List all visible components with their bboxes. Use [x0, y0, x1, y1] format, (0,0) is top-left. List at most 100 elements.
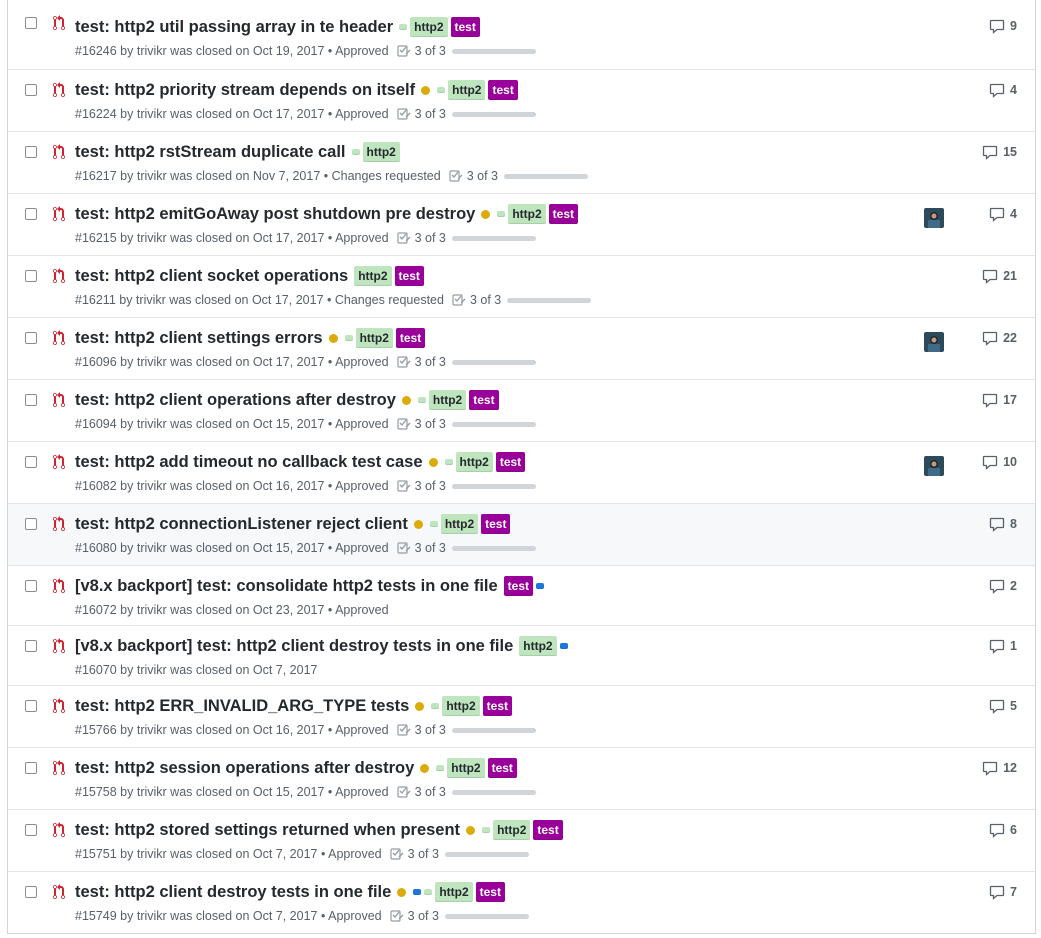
pending-status-icon[interactable] — [401, 395, 411, 405]
label-dont-land-on-v6.x[interactable] — [429, 521, 438, 527]
label-v8.x[interactable] — [536, 583, 545, 589]
pull-request-row[interactable]: [v8.x backport] test: http2 client destr… — [8, 625, 1035, 685]
label-dont-land-on-v6.x[interactable] — [444, 459, 453, 465]
select-checkbox[interactable] — [25, 332, 37, 344]
pull-request-row[interactable]: test: http2 priority stream depends on i… — [8, 69, 1035, 131]
label-http2[interactable]: http2 — [447, 758, 485, 778]
pr-title-link[interactable]: test: http2 stored settings returned whe… — [75, 821, 460, 840]
label-http2[interactable]: http2 — [442, 696, 480, 716]
comments-link[interactable]: 12 — [982, 760, 1017, 776]
label-http2[interactable]: http2 — [435, 882, 473, 902]
label-http2[interactable]: http2 — [428, 390, 467, 410]
select-checkbox[interactable] — [25, 456, 37, 468]
select-checkbox[interactable] — [25, 886, 37, 898]
label-dont-land-on-v6.x[interactable] — [482, 827, 491, 833]
comments-link[interactable]: 6 — [989, 822, 1017, 838]
comments-link[interactable]: 21 — [982, 268, 1017, 284]
pr-title-link[interactable]: test: http2 client operations after dest… — [75, 391, 396, 410]
select-checkbox[interactable] — [25, 518, 37, 530]
label-test[interactable]: test — [548, 204, 578, 224]
comments-link[interactable]: 5 — [989, 698, 1017, 714]
pull-request-row[interactable]: test: http2 client settings errors http2… — [8, 317, 1035, 379]
label-dont-land-on-v6.x[interactable] — [437, 87, 446, 93]
label-http2[interactable]: http2 — [410, 17, 448, 37]
pr-title-link[interactable]: test: http2 emitGoAway post shutdown pre… — [75, 205, 475, 224]
label-test[interactable]: test — [475, 882, 505, 902]
pr-title-link[interactable]: test: http2 ERR_INVALID_ARG_TYPE tests — [75, 697, 409, 716]
pr-title-link[interactable]: [v8.x backport] test: consolidate http2 … — [75, 577, 498, 596]
comments-link[interactable]: 9 — [989, 18, 1017, 34]
comments-link[interactable]: 7 — [989, 884, 1017, 900]
label-test[interactable]: test — [495, 452, 526, 472]
label-dont-land-on-v6.x[interactable] — [351, 149, 360, 155]
label-http2[interactable]: http2 — [519, 636, 557, 656]
select-checkbox[interactable] — [25, 270, 37, 282]
pending-status-icon[interactable] — [420, 763, 430, 773]
pr-title-link[interactable]: test: http2 client settings errors — [75, 329, 323, 348]
label-dont-land-on-v6.x[interactable] — [417, 397, 426, 403]
pull-request-row[interactable]: test: http2 emitGoAway post shutdown pre… — [8, 193, 1035, 255]
assignee-avatar[interactable] — [924, 332, 944, 352]
label-test[interactable]: test — [481, 514, 511, 534]
label-dont-land-on-v6.x[interactable] — [431, 703, 440, 709]
label-backported-to-v8.x[interactable] — [413, 889, 422, 895]
label-test[interactable]: test — [503, 576, 534, 596]
comments-link[interactable]: 15 — [982, 144, 1017, 160]
label-http2[interactable]: http2 — [493, 820, 531, 840]
pull-request-row[interactable]: test: http2 ERR_INVALID_ARG_TYPE tests h… — [8, 685, 1035, 747]
label-dont-land-on-v6.x[interactable] — [497, 211, 506, 217]
pull-request-row[interactable]: test: http2 client socket operations htt… — [8, 255, 1035, 317]
label-http2[interactable]: http2 — [355, 328, 393, 348]
pull-request-row[interactable]: test: http2 client operations after dest… — [8, 379, 1035, 441]
select-checkbox[interactable] — [25, 762, 37, 774]
label-dont-land-on-v6.x[interactable] — [399, 24, 408, 30]
pending-status-icon[interactable] — [328, 333, 338, 343]
pull-request-row[interactable]: test: http2 connectionListener reject cl… — [8, 503, 1035, 565]
select-checkbox[interactable] — [25, 394, 37, 406]
label-http2[interactable]: http2 — [354, 266, 392, 286]
pull-request-row[interactable]: test: http2 util passing array in te hea… — [8, 0, 1035, 69]
label-dont-land-on-v6.x[interactable] — [344, 335, 353, 341]
pull-request-row[interactable]: test: http2 session operations after des… — [8, 747, 1035, 809]
select-checkbox[interactable] — [25, 700, 37, 712]
comments-link[interactable]: 10 — [982, 454, 1017, 470]
label-test[interactable]: test — [469, 390, 499, 410]
comments-link[interactable]: 4 — [989, 82, 1017, 98]
label-http2[interactable]: http2 — [362, 142, 400, 162]
label-http2[interactable]: http2 — [448, 80, 486, 100]
pr-title-link[interactable]: test: http2 priority stream depends on i… — [75, 81, 415, 100]
pr-title-link[interactable]: test: http2 client socket operations — [75, 267, 348, 286]
pull-request-row[interactable]: test: http2 client destroy tests in one … — [8, 871, 1035, 933]
label-http2[interactable]: http2 — [508, 204, 546, 224]
label-test[interactable]: test — [450, 17, 480, 37]
pr-title-link[interactable]: test: http2 connectionListener reject cl… — [75, 515, 408, 534]
pending-status-icon[interactable] — [415, 701, 425, 711]
select-checkbox[interactable] — [25, 824, 37, 836]
comments-link[interactable]: 22 — [982, 330, 1017, 346]
select-checkbox[interactable] — [25, 84, 37, 96]
assignee-avatar[interactable] — [924, 208, 944, 228]
comments-link[interactable]: 2 — [989, 578, 1017, 594]
label-test[interactable]: test — [488, 80, 518, 100]
select-checkbox[interactable] — [25, 208, 37, 220]
label-http2[interactable]: http2 — [440, 514, 479, 534]
label-v8.x[interactable] — [559, 643, 568, 649]
select-checkbox[interactable] — [25, 640, 37, 652]
pending-status-icon[interactable] — [428, 457, 438, 467]
pr-title-link[interactable]: test: http2 session operations after des… — [75, 759, 414, 778]
comments-link[interactable]: 1 — [989, 638, 1017, 654]
label-http2[interactable]: http2 — [455, 452, 493, 472]
select-checkbox[interactable] — [25, 17, 37, 29]
pr-title-link[interactable]: test: http2 util passing array in te hea… — [75, 18, 393, 37]
pull-request-row[interactable]: [v8.x backport] test: consolidate http2 … — [8, 565, 1035, 625]
label-test[interactable]: test — [482, 696, 513, 716]
label-test[interactable]: test — [487, 758, 517, 778]
pr-title-link[interactable]: test: http2 rstStream duplicate call — [75, 143, 346, 162]
comments-link[interactable]: 4 — [989, 206, 1017, 222]
comments-link[interactable]: 8 — [989, 516, 1017, 532]
select-checkbox[interactable] — [25, 580, 37, 592]
pending-status-icon[interactable] — [466, 825, 476, 835]
pending-status-icon[interactable] — [421, 85, 431, 95]
label-test[interactable]: test — [533, 820, 563, 840]
label-test[interactable]: test — [395, 328, 426, 348]
